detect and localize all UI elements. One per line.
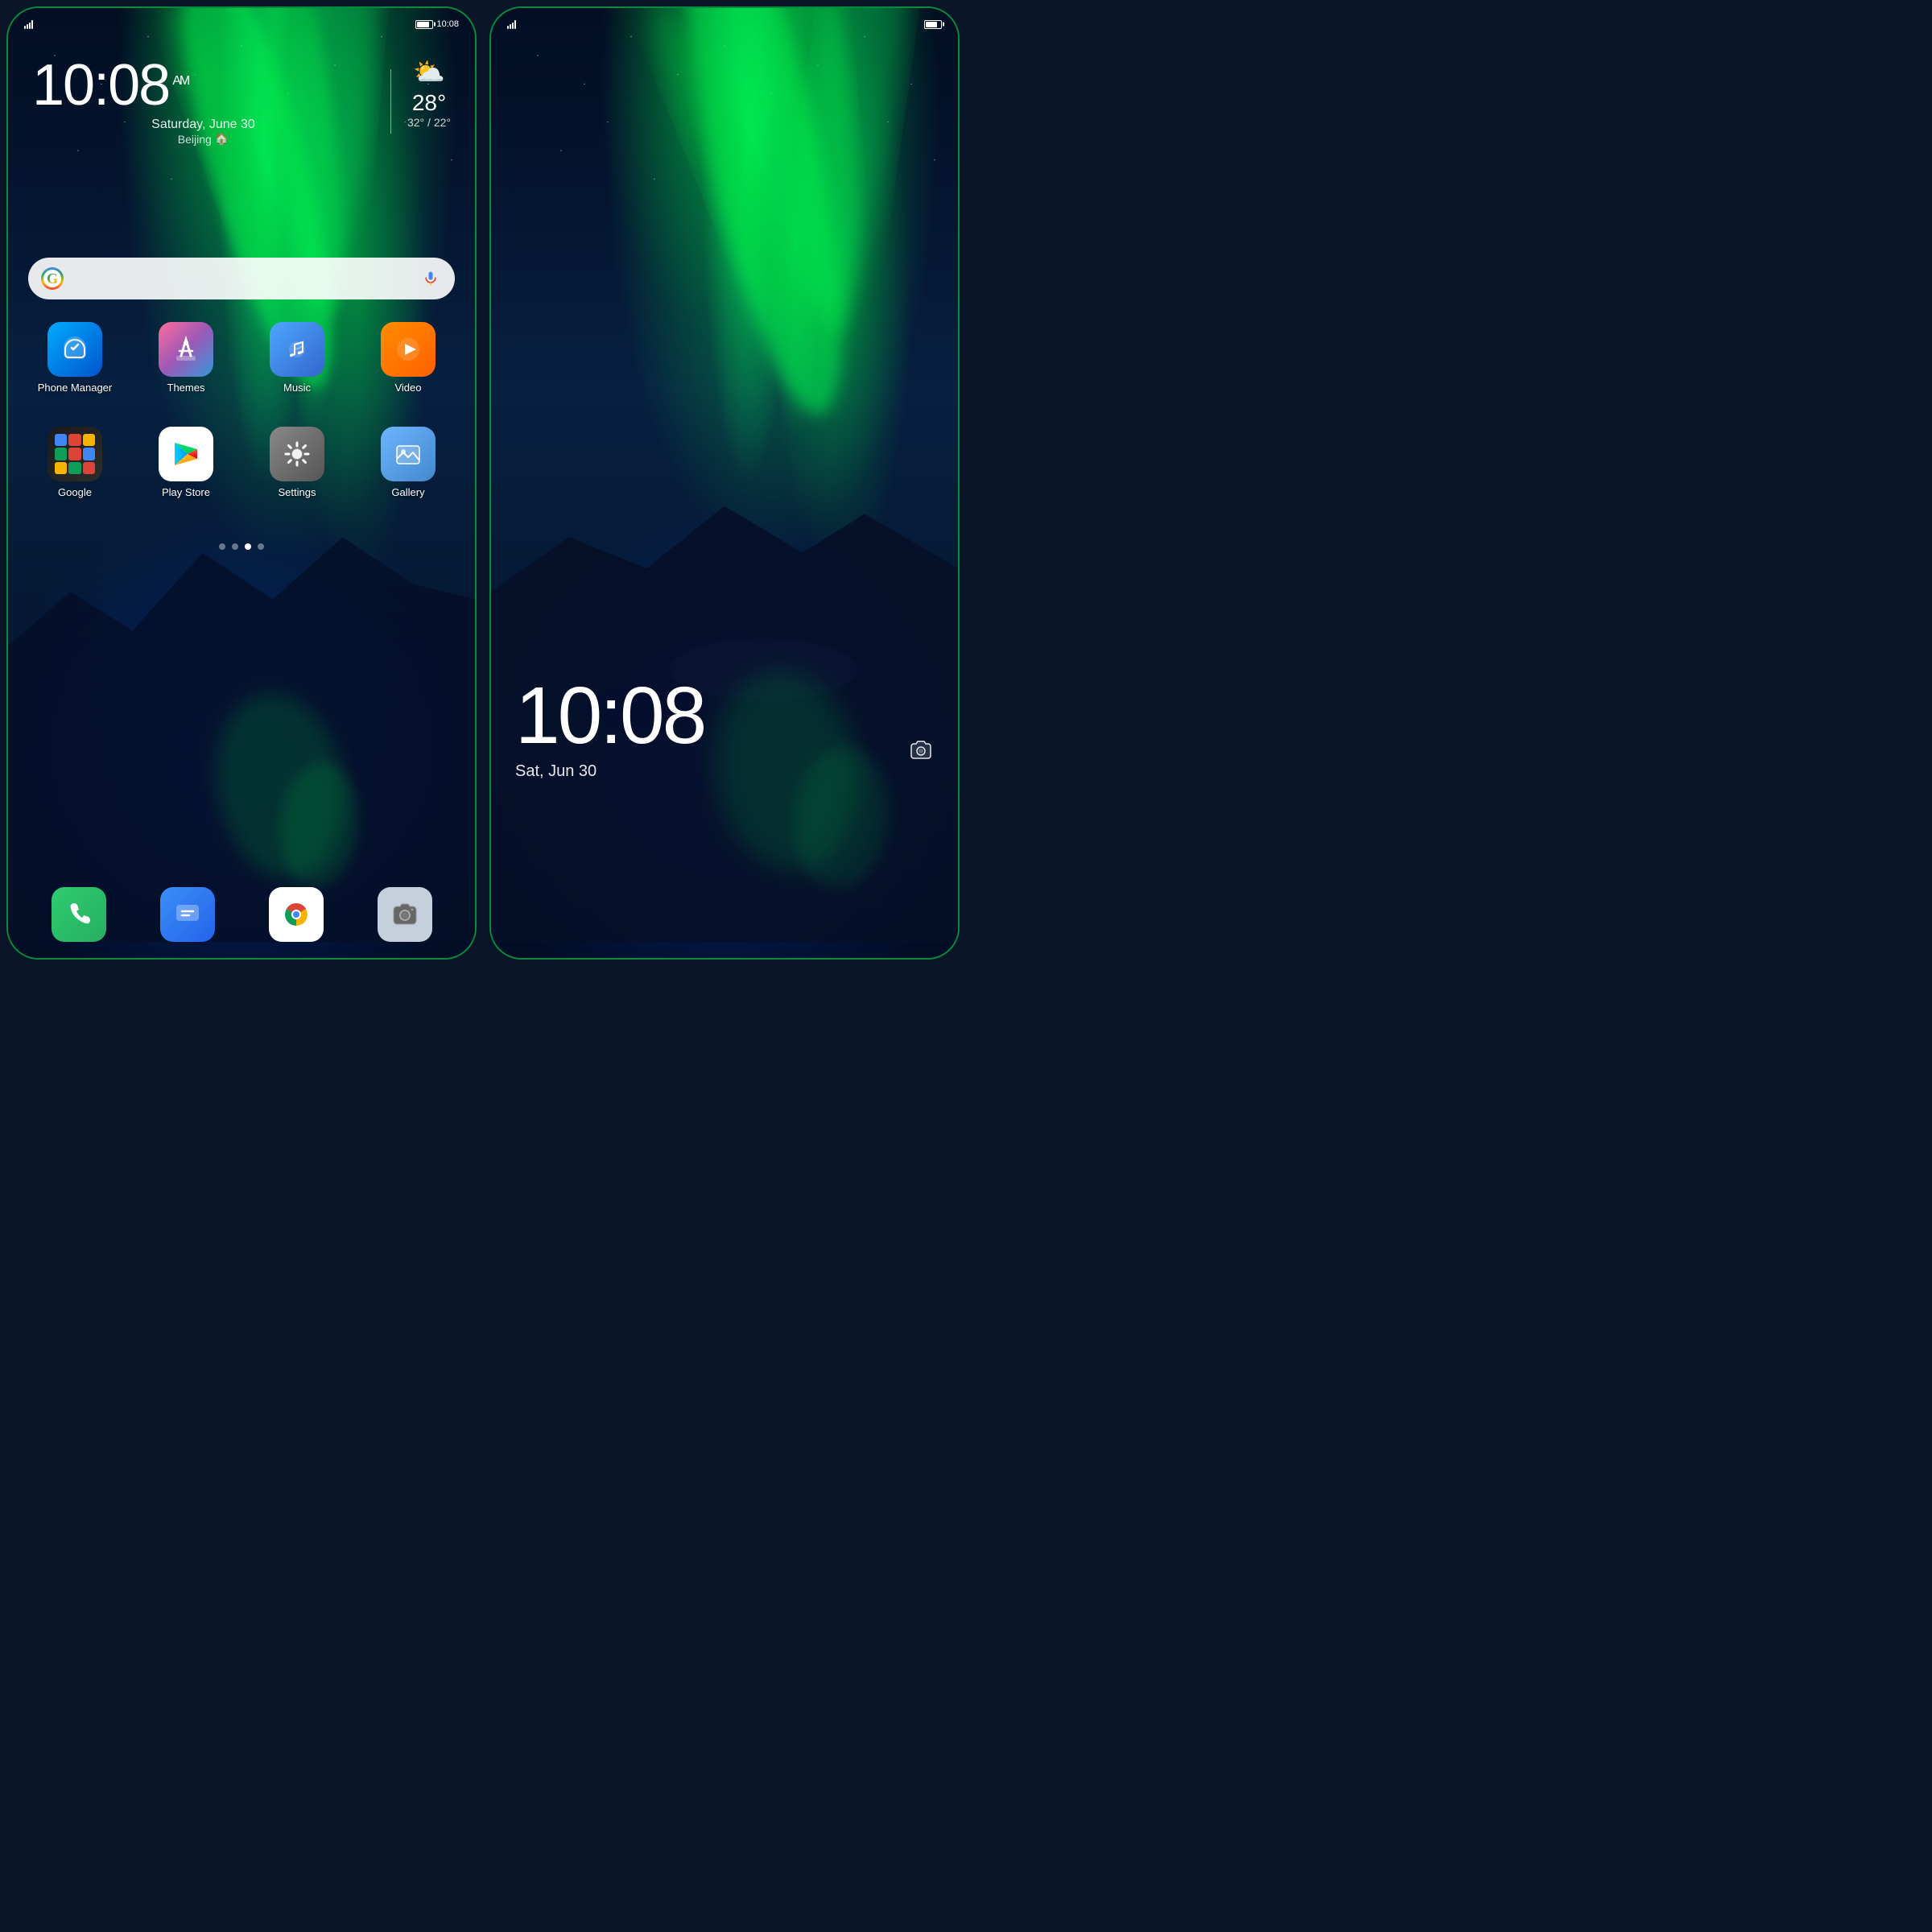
google-label: Google xyxy=(58,486,92,498)
themes-label: Themes xyxy=(167,382,205,394)
app-themes[interactable]: Themes xyxy=(135,322,237,394)
playstore-icon xyxy=(159,427,213,481)
google-apps-grid xyxy=(55,434,95,474)
weather-icon: ⛅ xyxy=(413,56,445,87)
app-music[interactable]: Music xyxy=(246,322,348,394)
phone-manager-icon xyxy=(47,322,102,377)
video-icon xyxy=(381,322,436,377)
signal-bar-1 xyxy=(24,26,26,29)
app-phone-manager[interactable]: Phone Manager xyxy=(24,322,126,394)
playstore-label: Play Store xyxy=(162,486,210,498)
weather-temp: 28° xyxy=(412,90,446,116)
phone-manager-label: Phone Manager xyxy=(38,382,113,394)
g-grid-6 xyxy=(83,448,95,460)
page-dot-2[interactable] xyxy=(245,543,251,550)
themes-icon xyxy=(159,322,213,377)
g-grid-2 xyxy=(68,434,80,446)
r-signal-bar-3 xyxy=(512,23,514,29)
right-battery-fill xyxy=(926,22,937,27)
signal-icon xyxy=(24,19,33,29)
clock-time: 10:08AM xyxy=(32,56,374,114)
gallery-icon xyxy=(381,427,436,481)
g-grid-7 xyxy=(55,462,67,474)
dock-chrome-icon xyxy=(269,887,324,942)
clock-ampm: AM xyxy=(172,74,188,88)
aurora-background-right xyxy=(491,8,958,958)
right-status-bar xyxy=(491,8,958,40)
dock-phone[interactable] xyxy=(52,887,106,942)
lock-clock: 10:08 Sat, Jun 30 xyxy=(515,675,704,781)
lock-clock-time: 10:08 xyxy=(515,675,704,756)
signal-bar-2 xyxy=(27,24,28,29)
status-bar: 10:08 xyxy=(8,8,475,40)
dock-camera-icon xyxy=(378,887,432,942)
google-icon xyxy=(47,427,102,481)
app-grid-row1: Phone Manager Themes xyxy=(24,322,459,394)
search-bar[interactable]: G xyxy=(28,258,455,299)
mic-icon[interactable] xyxy=(419,267,442,290)
right-status-right xyxy=(924,20,942,29)
widget-divider xyxy=(390,69,391,134)
g-grid-5 xyxy=(68,448,80,460)
r-signal-bar-2 xyxy=(510,24,511,29)
dock-messages[interactable] xyxy=(160,887,215,942)
g-grid-4 xyxy=(55,448,67,460)
page-dot-0[interactable] xyxy=(219,543,225,550)
app-video[interactable]: Video xyxy=(357,322,459,394)
settings-label: Settings xyxy=(279,486,316,498)
right-battery-icon xyxy=(924,20,942,29)
lock-clock-date: Sat, Jun 30 xyxy=(515,762,704,781)
app-settings[interactable]: Settings xyxy=(246,427,348,498)
g-grid-1 xyxy=(55,434,67,446)
battery-icon xyxy=(415,20,433,29)
lock-camera-button[interactable] xyxy=(908,737,934,769)
weather-range: 32° / 22° xyxy=(407,116,451,129)
music-label: Music xyxy=(283,382,311,394)
status-time: 10:08 xyxy=(436,19,459,29)
clock-location: Beijing 🏠 xyxy=(32,132,374,146)
app-playstore[interactable]: Play Store xyxy=(135,427,237,498)
g-grid-9 xyxy=(83,462,95,474)
weather-widget: ⛅ 28° 32° / 22° xyxy=(407,56,451,129)
app-gallery[interactable]: Gallery xyxy=(357,427,459,498)
music-icon xyxy=(270,322,324,377)
g-grid-8 xyxy=(68,462,80,474)
left-phone: 10:08 10:08AM Saturday, June 30 Beijing … xyxy=(6,6,477,960)
page-dot-1[interactable] xyxy=(232,543,238,550)
app-google[interactable]: Google xyxy=(24,427,126,498)
right-status-left xyxy=(507,19,516,29)
video-label: Video xyxy=(394,382,421,394)
dock-camera[interactable] xyxy=(378,887,432,942)
clock-date: Saturday, June 30 xyxy=(32,118,374,132)
page-dots xyxy=(8,543,475,550)
app-grid-row2: Google Play Store xyxy=(24,427,459,498)
right-signal-icon xyxy=(507,19,516,29)
right-phone: 10:08 Sat, Jun 30 xyxy=(489,6,960,960)
gallery-label: Gallery xyxy=(391,486,424,498)
page-dot-3[interactable] xyxy=(258,543,264,550)
battery-fill xyxy=(417,22,428,27)
dock-chrome[interactable] xyxy=(269,887,324,942)
g-grid-3 xyxy=(83,434,95,446)
clock-left: 10:08AM Saturday, June 30 Beijing 🏠 xyxy=(32,56,374,146)
signal-bar-4 xyxy=(31,20,33,29)
r-signal-bar-1 xyxy=(507,26,509,29)
location-icon: 🏠 xyxy=(215,132,229,146)
dock xyxy=(24,887,459,942)
status-left xyxy=(24,19,33,29)
dock-messages-icon xyxy=(160,887,215,942)
status-right: 10:08 xyxy=(415,19,459,29)
clock-widget: 10:08AM Saturday, June 30 Beijing 🏠 ⛅ 28… xyxy=(32,56,451,146)
signal-bar-3 xyxy=(29,23,31,29)
clock-location-text: Beijing xyxy=(178,133,212,146)
google-g-icon: G xyxy=(41,267,64,290)
dock-phone-icon xyxy=(52,887,106,942)
clock-hours: 10:08 xyxy=(32,53,169,118)
settings-icon xyxy=(270,427,324,481)
r-signal-bar-4 xyxy=(514,20,516,29)
